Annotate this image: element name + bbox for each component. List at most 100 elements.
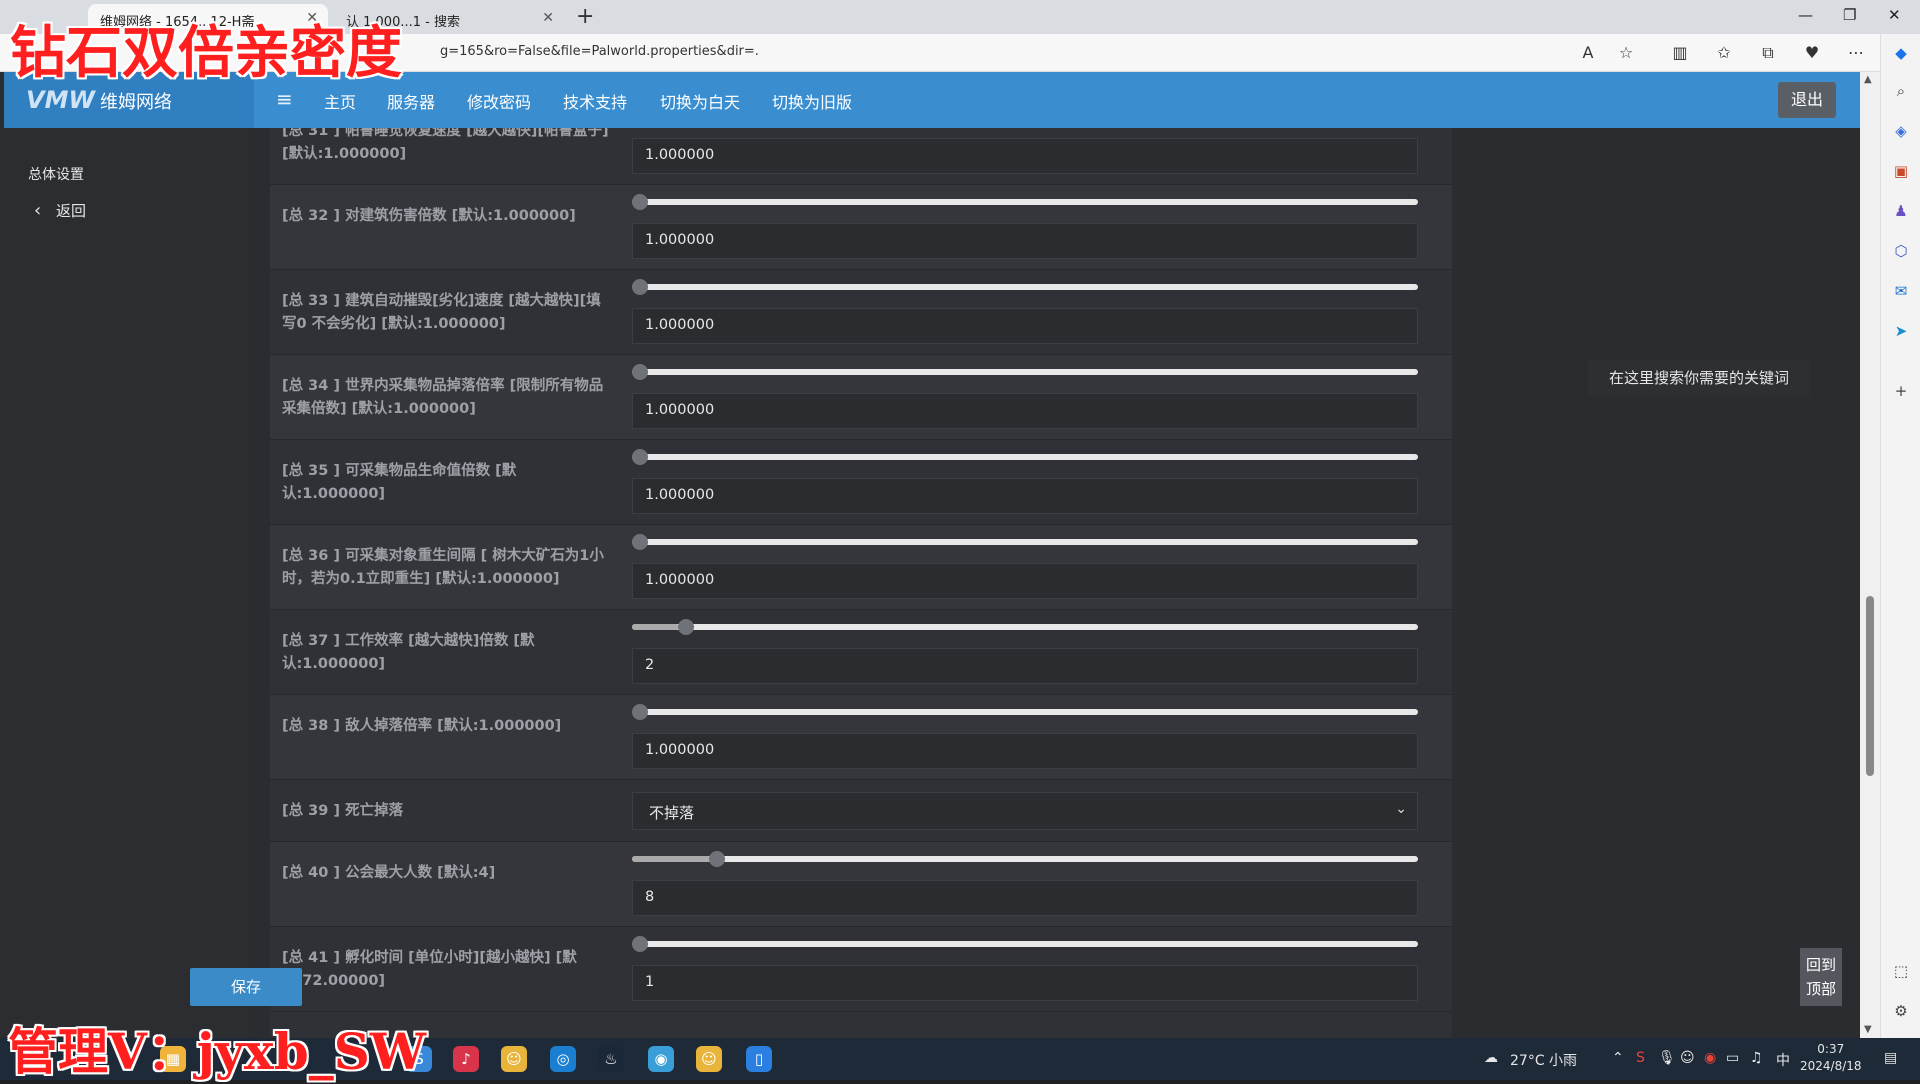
browser-window: 维姆网络 - 1654...12-H斋... ✕ 认 1,000...1 - 搜…: [0, 0, 1920, 1081]
screenshot-icon[interactable]: ⬚: [1891, 962, 1911, 982]
new-tab-icon[interactable]: +: [576, 4, 594, 29]
copilot-icon[interactable]: ◆: [1891, 44, 1911, 64]
sidebar: 总体设置 ‹ 返回: [4, 128, 254, 1038]
settings-gear-icon[interactable]: ⚙: [1891, 1002, 1911, 1022]
microphone-icon[interactable]: 🎙: [1658, 1050, 1676, 1066]
toolbox-icon[interactable]: ▣: [1891, 162, 1911, 182]
hamburger-menu-icon[interactable]: ≡: [276, 87, 293, 111]
scroll-up-icon[interactable]: ▲: [1864, 74, 1872, 85]
save-button[interactable]: 保存: [190, 968, 302, 1006]
more-menu-icon[interactable]: ⋯: [1846, 43, 1866, 62]
search-icon[interactable]: ⌕: [1891, 82, 1911, 102]
slider-track[interactable]: [632, 709, 1418, 715]
slider-track[interactable]: [632, 369, 1418, 375]
setting-value-input[interactable]: 1: [632, 965, 1418, 1001]
slider-track[interactable]: [632, 199, 1418, 205]
steam-icon[interactable]: ♨: [598, 1046, 624, 1072]
setting-slider[interactable]: [632, 704, 1418, 720]
collections-icon[interactable]: ⧉: [1758, 43, 1778, 63]
game-app-icon[interactable]: ☺: [501, 1046, 527, 1072]
nav-home[interactable]: 主页: [324, 89, 356, 113]
tray-app-icon[interactable]: ☺: [1680, 1050, 1695, 1066]
slider-handle[interactable]: [678, 619, 695, 635]
restore-icon[interactable]: ❐: [1843, 6, 1856, 24]
close-tab-icon[interactable]: ✕: [542, 10, 554, 26]
scroll-down-icon[interactable]: ▼: [1864, 1024, 1872, 1035]
setting-slider[interactable]: [632, 619, 1418, 635]
favorite-star-icon[interactable]: ☆: [1616, 43, 1636, 62]
volume-icon[interactable]: ♫: [1750, 1050, 1763, 1066]
notifications-icon[interactable]: ▤: [1884, 1050, 1897, 1066]
setting-slider[interactable]: [632, 449, 1418, 465]
setting-value-input[interactable]: 1.000000: [632, 393, 1418, 429]
setting-slider[interactable]: [632, 194, 1418, 210]
setting-slider[interactable]: [632, 936, 1418, 952]
music-app-icon[interactable]: ♪: [453, 1046, 479, 1072]
brand-name: 维姆网络: [100, 92, 172, 113]
page-scrollbar[interactable]: ▲ ▼: [1860, 72, 1880, 1038]
app-icon[interactable]: ◎: [550, 1046, 576, 1072]
setting-value-input[interactable]: 2: [632, 648, 1418, 684]
nav-servers[interactable]: 服务器: [387, 89, 435, 113]
setting-value-input[interactable]: 1.000000: [632, 223, 1418, 259]
nav-old-version[interactable]: 切换为旧版: [772, 89, 852, 113]
tag-icon[interactable]: ◈: [1891, 122, 1911, 142]
slider-handle[interactable]: [632, 449, 648, 465]
favorites-icon[interactable]: ✩: [1714, 43, 1734, 62]
setting-label: [总 34 ] 世界内采集物品掉落倍率 [限制所有物品采集倍数] [默认:1.0…: [282, 378, 604, 417]
nav-change-password[interactable]: 修改密码: [467, 89, 531, 113]
read-aloud-icon[interactable]: A: [1578, 43, 1598, 62]
browser-app-icon[interactable]: ◉: [648, 1046, 674, 1072]
slider-track[interactable]: [632, 454, 1418, 460]
nav-day-mode[interactable]: 切换为白天: [660, 89, 740, 113]
setting-value-input[interactable]: 8: [632, 880, 1418, 916]
setting-value-input[interactable]: 1.000000: [632, 478, 1418, 514]
setting-select[interactable]: 不掉落 ⌄: [632, 792, 1418, 830]
slider-track[interactable]: [632, 856, 1418, 862]
split-screen-icon[interactable]: ▥: [1670, 43, 1690, 62]
setting-slider[interactable]: [632, 279, 1418, 295]
slider-track[interactable]: [632, 624, 1418, 630]
setting-slider[interactable]: [632, 534, 1418, 550]
slider-handle[interactable]: [632, 364, 648, 380]
setting-value-input[interactable]: 1.000000: [632, 733, 1418, 769]
slider-track[interactable]: [632, 284, 1418, 290]
url-field[interactable]: g=165&ro=False&file=Palworld.properties&…: [440, 44, 759, 59]
setting-value-input[interactable]: 1.000000: [632, 563, 1418, 599]
slider-handle[interactable]: [709, 851, 725, 867]
back-link[interactable]: ‹ 返回: [34, 200, 86, 221]
nav-support[interactable]: 技术支持: [563, 89, 627, 113]
setting-slider[interactable]: [632, 364, 1418, 380]
tray-overflow-icon[interactable]: ⌃: [1612, 1050, 1624, 1066]
phone-app-icon[interactable]: ▯: [746, 1046, 772, 1072]
ime-indicator[interactable]: 中: [1776, 1050, 1790, 1070]
close-window-icon[interactable]: ✕: [1888, 6, 1901, 24]
outlook-icon[interactable]: ✉: [1891, 282, 1911, 302]
search-hint[interactable]: 在这里搜索你需要的关键词: [1588, 360, 1810, 396]
setting-value-input[interactable]: 1.000000: [632, 138, 1418, 174]
network-icon[interactable]: ▭: [1726, 1050, 1739, 1066]
slider-handle[interactable]: [632, 936, 648, 952]
slider-track[interactable]: [632, 539, 1418, 545]
minimize-icon[interactable]: —: [1798, 6, 1813, 24]
back-to-top-button[interactable]: 回到 顶部: [1800, 948, 1842, 1006]
send-icon[interactable]: ➤: [1891, 322, 1911, 342]
slider-handle[interactable]: [632, 534, 648, 550]
slider-track[interactable]: [632, 941, 1418, 947]
logout-button[interactable]: 退出: [1778, 82, 1836, 118]
slider-handle[interactable]: [632, 194, 648, 210]
tray-app-icon[interactable]: S: [1636, 1050, 1645, 1066]
weather-text[interactable]: 27°C 小雨: [1510, 1050, 1577, 1070]
microsoft365-icon[interactable]: ⬡: [1891, 242, 1911, 262]
games-icon[interactable]: ♟: [1891, 202, 1911, 222]
setting-slider[interactable]: [632, 851, 1418, 867]
tray-app-icon[interactable]: ◉: [1704, 1050, 1716, 1066]
setting-value-input[interactable]: 1.000000: [632, 308, 1418, 344]
add-icon[interactable]: +: [1891, 382, 1911, 402]
game-app-icon[interactable]: ☺: [696, 1046, 722, 1072]
slider-handle[interactable]: [632, 704, 648, 720]
scroll-thumb[interactable]: [1866, 596, 1874, 776]
clock[interactable]: 0:37 2024/8/18: [1800, 1041, 1862, 1075]
slider-handle[interactable]: [632, 279, 648, 295]
extensions-icon[interactable]: ♥: [1802, 43, 1822, 62]
